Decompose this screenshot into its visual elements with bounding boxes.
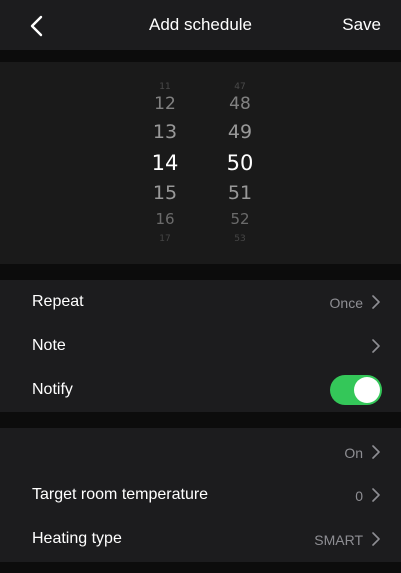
hour-option: 12 [154, 94, 176, 114]
minute-option: 49 [227, 121, 253, 143]
chevron-right-icon [372, 295, 380, 309]
chevron-right-icon [372, 488, 380, 502]
selected-minute: 50 [226, 151, 254, 175]
save-button[interactable]: Save [342, 15, 381, 35]
selected-hour: 14 [151, 151, 179, 175]
notify-toggle[interactable] [330, 375, 382, 405]
hour-option: 16 [155, 210, 175, 228]
hour-option: 15 [152, 182, 178, 204]
minute-option: 51 [227, 182, 253, 204]
repeat-value: Once [329, 295, 363, 311]
hour-wheel[interactable]: 11 12 13 14 15 16 17 [140, 62, 190, 264]
repeat-label: Repeat [32, 293, 84, 310]
minute-wheel[interactable]: 47 48 49 50 51 52 53 [215, 62, 265, 264]
heating-settings: On Target room temperature 0 Heating typ… [0, 428, 401, 562]
chevron-right-icon [372, 532, 380, 546]
chevron-right-icon [372, 339, 380, 353]
hour-option: 17 [159, 234, 171, 244]
heating-type-value: SMART [314, 532, 363, 548]
minute-option: 48 [229, 94, 251, 114]
toggle-knob [354, 377, 380, 403]
time-picker[interactable]: 11 12 13 14 15 16 17 47 48 49 50 51 52 5… [0, 62, 401, 264]
target-temperature-value: 0 [355, 488, 363, 504]
heating-type-label: Heating type [32, 530, 122, 547]
repeat-row[interactable]: Repeat Once [0, 280, 401, 324]
target-temperature-label: Target room temperature [32, 486, 209, 503]
top-bar: Add schedule Save [0, 0, 401, 50]
minute-option: 53 [234, 234, 246, 244]
note-label: Note [32, 337, 66, 354]
heating-state-row[interactable]: On [0, 430, 401, 474]
hour-option: 13 [152, 121, 178, 143]
page-title: Add schedule [148, 15, 253, 34]
notify-label: Notify [32, 381, 73, 398]
hour-option: 11 [159, 82, 171, 92]
minute-option: 47 [234, 82, 246, 92]
minute-option: 52 [230, 210, 250, 228]
heating-state-value: On [344, 445, 363, 461]
target-temperature-row[interactable]: Target room temperature 0 [0, 473, 401, 517]
chevron-right-icon [372, 445, 380, 459]
heating-type-row[interactable]: Heating type SMART [0, 517, 401, 561]
note-row[interactable]: Note [0, 324, 401, 368]
